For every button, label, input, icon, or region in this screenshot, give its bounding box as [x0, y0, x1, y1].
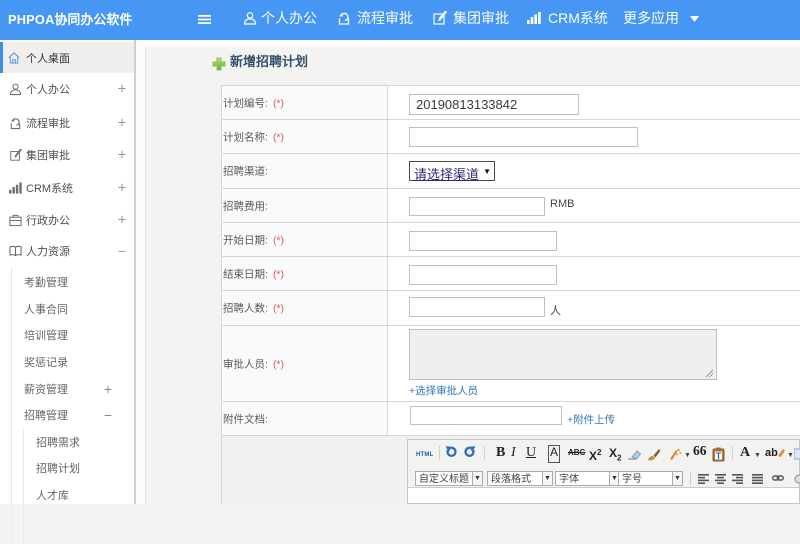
svg-text:T: T	[716, 451, 722, 461]
